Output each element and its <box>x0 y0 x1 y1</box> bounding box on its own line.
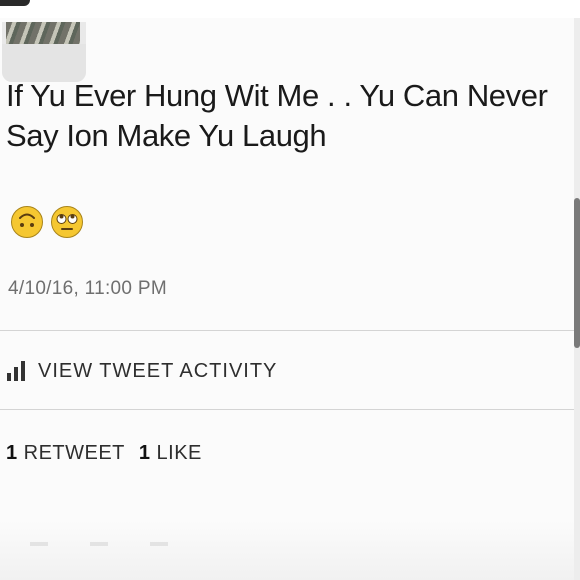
bar-chart-icon <box>7 361 25 381</box>
divider-bottom <box>0 409 574 410</box>
bottom-area <box>0 520 574 580</box>
upside-down-face-icon <box>11 206 43 238</box>
divider-top <box>0 330 574 331</box>
tweet-timestamp: 4/10/16, 11:00 PM <box>8 278 167 299</box>
likes-count[interactable]: 1 LIKE <box>139 442 202 465</box>
avatar[interactable] <box>2 22 86 82</box>
top-header-strip <box>0 0 580 18</box>
retweets-label: RETWEET <box>23 442 125 464</box>
view-tweet-activity-label: VIEW TWEET ACTIVITY <box>38 359 278 382</box>
scrollbar-thumb[interactable] <box>574 198 580 348</box>
engagement-counts: 1 RETWEET 1 LIKE <box>6 442 202 465</box>
tweet-text: If Yu Ever Hung Wit Me . . Yu Can Never … <box>6 78 556 153</box>
screenshot-frame: If Yu Ever Hung Wit Me . . Yu Can Never … <box>0 0 580 580</box>
scrollbar[interactable] <box>574 18 580 580</box>
faint-content-below <box>30 542 190 546</box>
retweets-number: 1 <box>6 442 18 464</box>
avatar-image <box>6 22 80 44</box>
likes-number: 1 <box>138 442 151 464</box>
header-edge <box>0 0 30 6</box>
face-with-rolling-eyes-icon <box>51 206 83 238</box>
likes-label: LIKE <box>156 442 202 464</box>
emoji-row <box>10 205 84 241</box>
view-tweet-activity-button[interactable]: VIEW TWEET ACTIVITY <box>6 354 277 388</box>
retweets-count[interactable]: 1 RETWEET <box>6 442 125 465</box>
